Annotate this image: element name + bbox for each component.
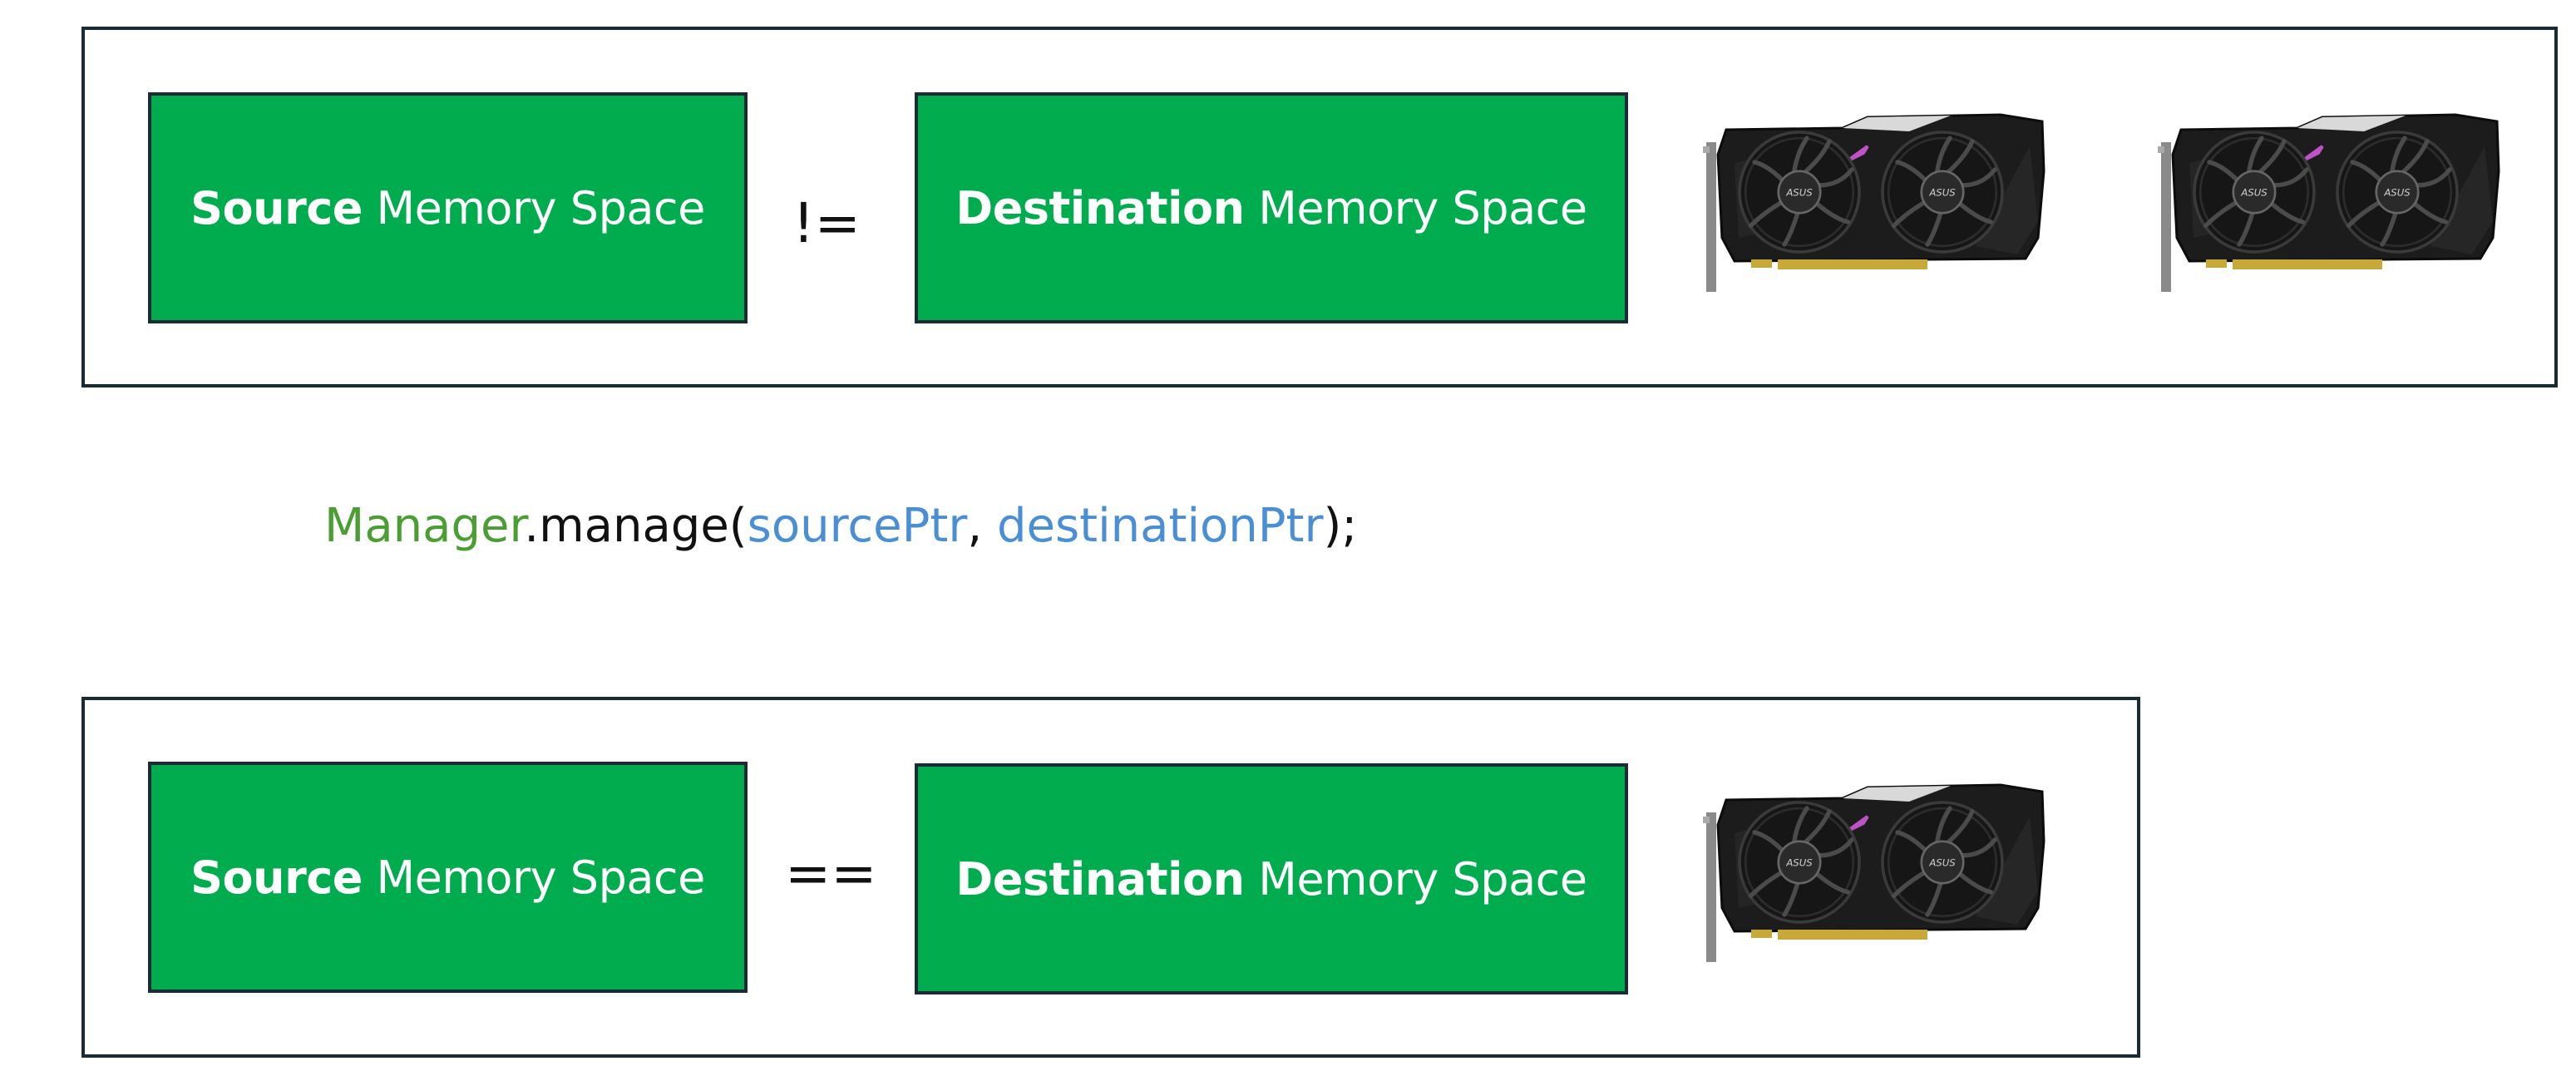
code-end: );	[1323, 499, 1358, 553]
code-line: Manager.manage(sourcePtr, destinationPtr…	[324, 499, 1357, 553]
code-method: .manage(	[524, 499, 748, 553]
top-source-memory-box: Source Memory Space	[148, 92, 748, 323]
source-label-strong: Source	[190, 181, 363, 234]
code-separator: ,	[967, 499, 997, 553]
graphics-card-icon	[1701, 783, 2050, 975]
graphics-card-icon	[1701, 113, 2050, 304]
source-label-rest: Memory Space	[362, 181, 706, 234]
source-label-strong: Source	[190, 851, 363, 904]
top-operator: !=	[792, 191, 861, 255]
code-arg-source: sourcePtr	[747, 499, 968, 553]
destination-label-rest: Memory Space	[1244, 181, 1587, 234]
graphics-card-icon	[2156, 113, 2505, 304]
bottom-source-memory-box: Source Memory Space	[148, 762, 748, 993]
destination-label-strong: Destination	[955, 852, 1245, 906]
destination-label-rest: Memory Space	[1244, 852, 1587, 906]
source-label-rest: Memory Space	[362, 851, 706, 904]
destination-label-strong: Destination	[955, 181, 1245, 234]
code-arg-destination: destinationPtr	[996, 499, 1324, 553]
bottom-destination-memory-box: Destination Memory Space	[915, 763, 1628, 994]
bottom-operator: ==	[785, 841, 877, 906]
top-destination-memory-box: Destination Memory Space	[915, 92, 1628, 323]
code-class-name: Manager	[324, 499, 525, 553]
